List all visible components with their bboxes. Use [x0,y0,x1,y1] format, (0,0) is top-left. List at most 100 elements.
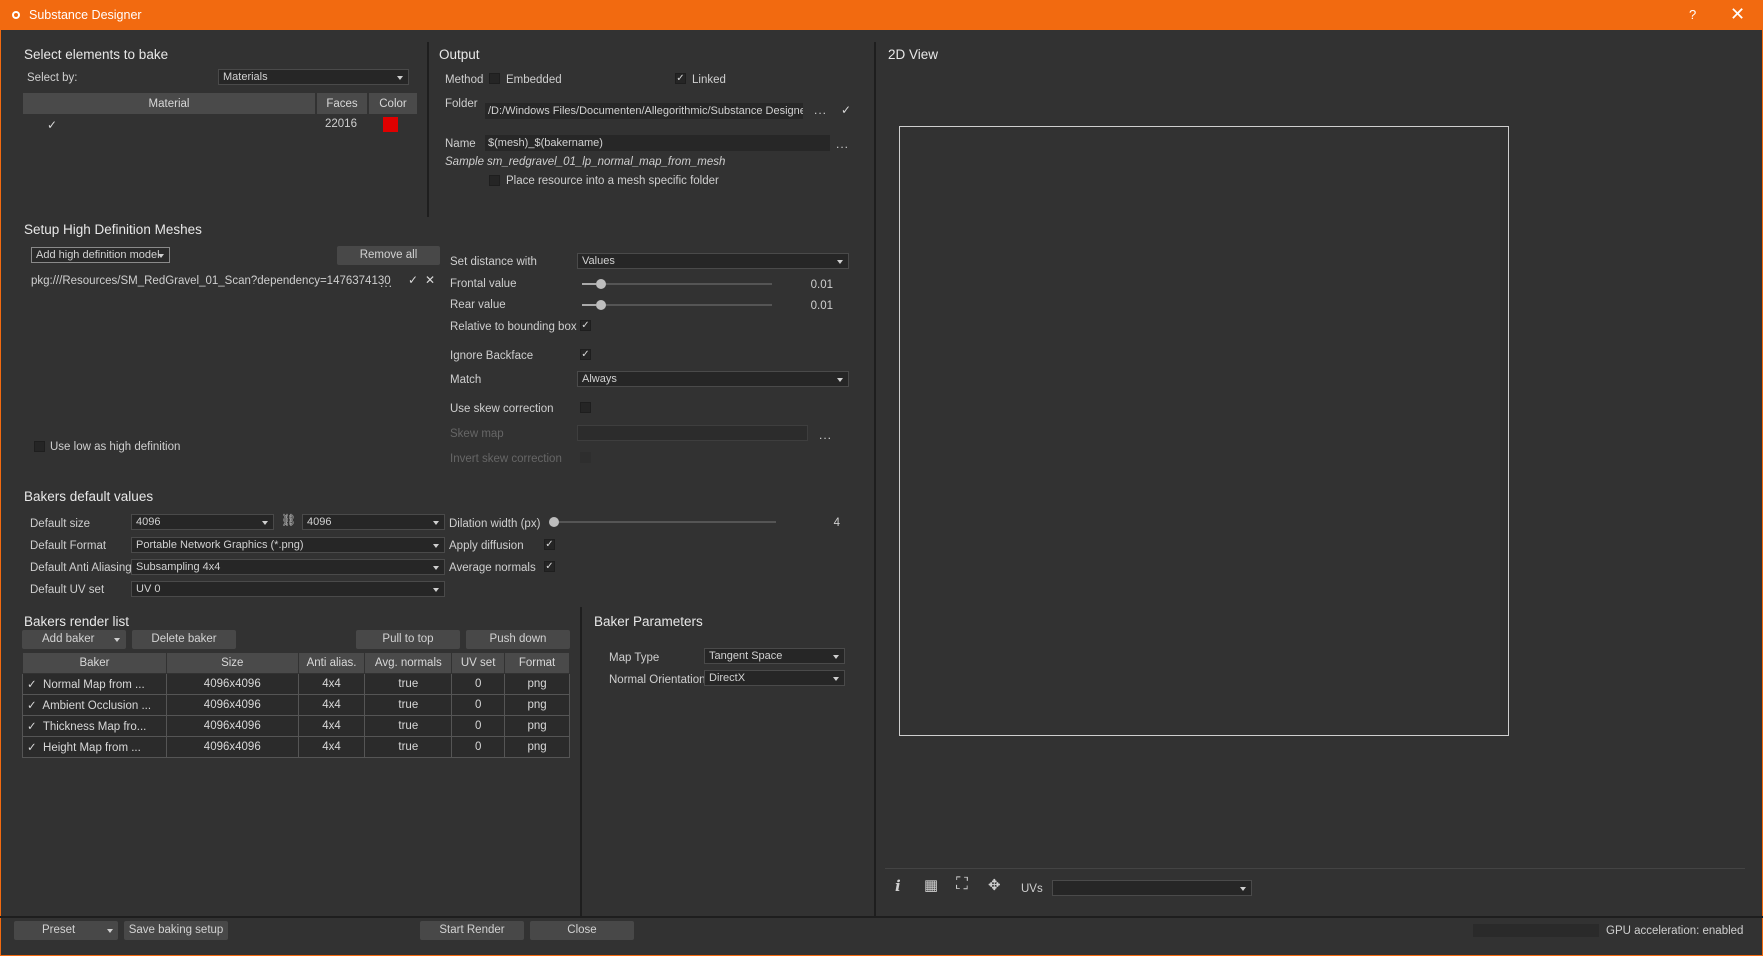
divider [580,607,582,918]
save-baking-setup-button[interactable]: Save baking setup [124,921,228,940]
material-column-header[interactable]: Material [23,93,317,114]
apply-diffusion-label: Apply diffusion [449,540,524,552]
default-format-dropdown[interactable]: Portable Network Graphics (*.png) [131,537,445,553]
skew-correction-checkbox[interactable] [580,402,591,413]
faces-column-header[interactable]: Faces [316,93,369,114]
baker-avg-normals: true [364,715,453,737]
match-label: Match [450,374,482,386]
default-format-label: Default Format [30,540,107,552]
avg-normals-column-header[interactable]: Avg. normals [364,652,453,674]
table-row[interactable]: ✓ Normal Map from ... 4096x4096 4x4 true… [22,673,570,695]
method-label: Method [445,74,484,86]
baker-avg-normals: true [364,673,453,695]
baker-format: png [504,736,570,758]
rear-slider-track[interactable] [582,304,772,306]
use-low-as-high-label: Use low as high definition [50,441,181,453]
select-elements-heading: Select elements to bake [24,47,169,62]
high-def-heading: Setup High Definition Meshes [24,222,202,237]
link-size-icon[interactable]: ⛓ [281,513,296,527]
folder-browse-button[interactable]: ... [814,103,827,117]
material-row-checkbox[interactable]: ✓ [47,118,57,132]
fit-view-icon[interactable]: ⛶ [956,874,968,894]
match-dropdown[interactable]: Always [577,371,849,387]
footer-divider [0,916,1763,918]
dilation-slider-handle[interactable] [549,517,559,527]
close-window-button[interactable]: ✕ [1730,4,1745,25]
baker-avg-normals: true [364,736,453,758]
folder-label: Folder [445,98,478,110]
normal-orientation-dropdown[interactable]: DirectX [704,670,845,686]
mesh-specific-folder-checkbox[interactable] [489,175,500,186]
frontal-slider-track[interactable] [582,283,772,285]
table-row[interactable]: ✓ Ambient Occlusion ... 4096x4096 4x4 tr… [22,694,570,716]
size-column-header[interactable]: Size [165,652,299,674]
material-color-swatch[interactable] [383,117,398,132]
table-row[interactable]: ✓ Thickness Map fro... 4096x4096 4x4 tru… [22,715,570,737]
mesh-options-button[interactable]: ... [380,276,393,290]
baker-size: 4096x4096 [165,694,299,716]
baker-row-checkbox[interactable]: ✓ [27,679,37,691]
use-low-as-high-checkbox[interactable] [34,441,45,452]
rear-slider-handle[interactable] [596,300,606,310]
skew-map-label: Skew map [450,428,504,440]
preset-button[interactable]: Preset [14,921,118,940]
linked-checkbox[interactable] [675,73,686,84]
color-column-header[interactable]: Color [368,93,417,114]
name-field[interactable]: $(mesh)_$(bakername) [485,135,830,151]
linked-label: Linked [692,74,726,86]
default-uv-dropdown[interactable]: UV 0 [131,581,445,597]
anti-alias-column-header[interactable]: Anti alias. [297,652,366,674]
baker-row-checkbox[interactable]: ✓ [27,742,37,754]
rear-value: 0.01 [810,300,833,312]
select-by-dropdown[interactable]: Materials [218,69,409,85]
add-baker-button[interactable]: Add baker [22,630,126,649]
map-type-dropdown[interactable]: Tangent Space [704,648,845,664]
divider [427,42,429,217]
skew-map-browse-button: ... [819,428,833,442]
embedded-checkbox[interactable] [489,73,500,84]
material-table: Material Faces Color [23,93,417,114]
baker-size: 4096x4096 [165,715,299,737]
average-normals-checkbox[interactable] [544,561,555,572]
baker-parameters-heading: Baker Parameters [594,614,703,629]
folder-valid-check-icon: ✓ [841,103,852,117]
default-aa-dropdown[interactable]: Subsampling 4x4 [131,559,445,575]
pull-to-top-button[interactable]: Pull to top [356,630,460,649]
info-icon[interactable]: i [895,877,901,895]
default-size-width-dropdown[interactable]: 4096 [131,514,274,530]
folder-path-field[interactable]: /D:/Windows Files/Documenten/Allegorithm… [485,103,803,119]
bakers-defaults-heading: Bakers default values [24,489,154,504]
start-render-button[interactable]: Start Render [420,921,524,940]
close-button[interactable]: Close [530,921,634,940]
default-size-height-dropdown[interactable]: 4096 [302,514,445,530]
apply-diffusion-checkbox[interactable] [544,539,555,550]
baker-row-checkbox[interactable]: ✓ [27,721,37,733]
default-size-label: Default size [30,518,91,530]
delete-baker-button[interactable]: Delete baker [132,630,236,649]
baker-column-header[interactable]: Baker [22,652,167,674]
invert-skew-checkbox [580,452,591,463]
uvs-dropdown[interactable] [1052,880,1252,896]
embedded-label: Embedded [506,74,562,86]
help-button[interactable]: ? [1689,7,1696,22]
mesh-valid-check-icon: ✓ [408,273,419,287]
format-column-header[interactable]: Format [504,652,570,674]
set-distance-dropdown[interactable]: Values [577,253,849,269]
pan-icon[interactable]: ✥ [988,876,1001,894]
title-bar: Substance Designer ? ✕ [0,0,1763,30]
add-high-def-dropdown[interactable]: Add high definition model [31,247,170,263]
uv-preview-canvas[interactable] [899,126,1509,736]
dilation-slider-track[interactable] [552,521,776,523]
name-options-button[interactable]: ... [836,137,849,151]
uv-set-column-header[interactable]: UV set [451,652,506,674]
push-down-button[interactable]: Push down [466,630,570,649]
remove-all-button[interactable]: Remove all [337,246,440,265]
relative-bbox-checkbox[interactable] [580,320,591,331]
uvs-label: UVs [1021,883,1043,895]
grid-icon[interactable]: ▦ [924,876,938,894]
baker-row-checkbox[interactable]: ✓ [27,700,37,712]
ignore-backface-checkbox[interactable] [580,349,591,360]
table-row[interactable]: ✓ Height Map from ... 4096x4096 4x4 true… [22,736,570,758]
remove-mesh-icon[interactable]: ✕ [425,273,435,287]
frontal-slider-handle[interactable] [596,279,606,289]
